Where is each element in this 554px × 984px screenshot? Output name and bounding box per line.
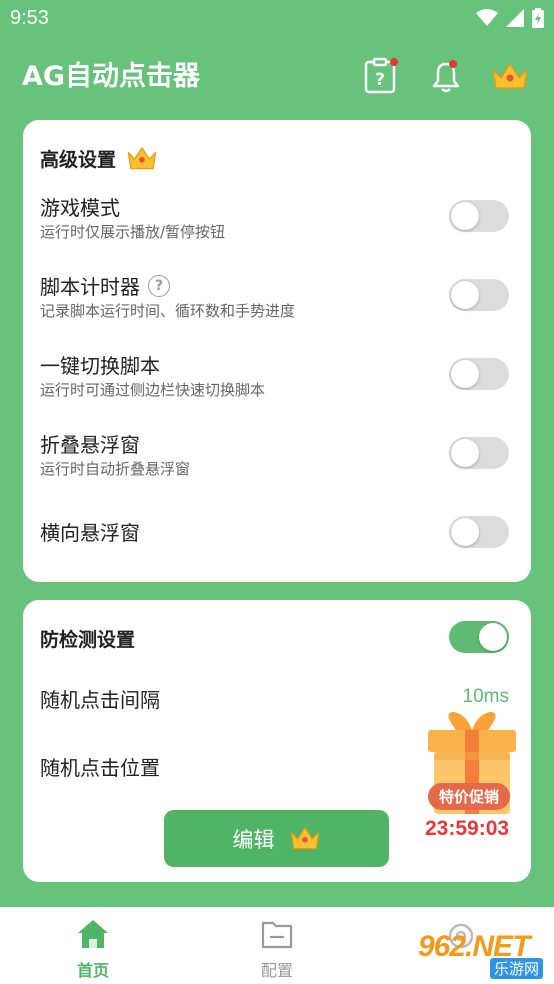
- toggle-knob: [479, 623, 507, 651]
- horizontal-float-toggle[interactable]: [449, 516, 509, 548]
- setting-row-game-mode: 游戏模式 运行时仅展示播放/暂停按钮: [23, 188, 531, 260]
- setting-desc: 运行时可通过侧边栏快速切换脚本: [40, 381, 266, 399]
- setting-desc: 运行时自动折叠悬浮窗: [40, 460, 191, 478]
- toggle-knob: [451, 281, 479, 309]
- nav-config[interactable]: 配置: [237, 917, 317, 981]
- crown-icon: [127, 146, 157, 169]
- anti-detect-title: 防检测设置: [40, 629, 136, 651]
- toggle-knob: [451, 360, 479, 388]
- nav-home-label: 首页: [76, 961, 109, 980]
- watermark-sub: 乐游网: [490, 958, 544, 979]
- wifi-icon: [476, 9, 498, 26]
- setting-title: 游戏模式: [40, 196, 120, 220]
- random-interval-value[interactable]: 10ms: [463, 686, 509, 708]
- setting-title: 一键切换脚本: [40, 354, 160, 378]
- collapse-float-toggle[interactable]: [449, 437, 509, 469]
- random-position-label: 随机点击位置: [40, 756, 160, 780]
- bell-icon[interactable]: [426, 56, 466, 96]
- promo-timer: 23:59:03: [425, 817, 510, 840]
- watermark-logo: 962.NET 乐游网: [418, 930, 552, 982]
- setting-row-script-timer: 脚本计时器 ? 记录脚本运行时间、循环数和手势进度: [23, 267, 531, 339]
- advanced-settings-header: 高级设置: [40, 145, 158, 172]
- edit-button[interactable]: 编辑: [164, 810, 389, 867]
- setting-desc: 运行时仅展示播放/暂停按钮: [40, 223, 226, 241]
- advanced-settings-title: 高级设置: [40, 149, 117, 171]
- nav-home[interactable]: 首页: [53, 917, 133, 981]
- setting-desc: 记录脚本运行时间、循环数和手势进度: [40, 302, 296, 320]
- setting-row-horizontal-float: 横向悬浮窗: [23, 504, 531, 576]
- app-title: AG自动点击器: [22, 61, 201, 92]
- toggle-knob: [451, 518, 479, 546]
- setting-row-collapse-float: 折叠悬浮窗 运行时自动折叠悬浮窗: [23, 425, 531, 497]
- advanced-settings-card: 高级设置 游戏模式 运行时仅展示播放/暂停按钮 脚本计时器 ? 记录脚本运行时间…: [23, 120, 531, 582]
- status-icons: [476, 8, 544, 28]
- nav-config-label: 配置: [260, 961, 293, 980]
- random-interval-label: 随机点击间隔: [40, 688, 160, 712]
- setting-title: 横向悬浮窗: [40, 521, 140, 545]
- folder-icon: [261, 921, 293, 949]
- setting-title: 脚本计时器: [40, 275, 140, 299]
- anti-detect-toggle[interactable]: [449, 621, 509, 653]
- battery-icon: [532, 8, 544, 28]
- toggle-knob: [451, 202, 479, 230]
- crown-icon: [290, 826, 319, 849]
- setting-title: 折叠悬浮窗: [40, 433, 140, 457]
- help-icon[interactable]: ?: [148, 274, 170, 297]
- edit-button-label: 编辑: [232, 827, 275, 852]
- status-time: 9:53: [10, 7, 49, 29]
- promo-label: 特价促销: [428, 783, 510, 810]
- app-header: AG自动点击器 ?: [0, 38, 554, 110]
- svg-text:?: ?: [375, 70, 385, 90]
- setting-title-with-help: 脚本计时器 ?: [40, 271, 170, 300]
- script-timer-toggle[interactable]: [449, 279, 509, 311]
- crown-icon[interactable]: [490, 56, 530, 96]
- help-clipboard-icon[interactable]: ?: [361, 56, 401, 96]
- home-icon: [78, 920, 108, 948]
- status-bar: 9:53: [0, 0, 554, 38]
- signal-icon: [506, 9, 524, 27]
- toggle-knob: [451, 439, 479, 467]
- setting-row-quick-switch: 一键切换脚本 运行时可通过侧边栏快速切换脚本: [23, 346, 531, 418]
- game-mode-toggle[interactable]: [449, 200, 509, 232]
- quick-switch-toggle[interactable]: [449, 358, 509, 390]
